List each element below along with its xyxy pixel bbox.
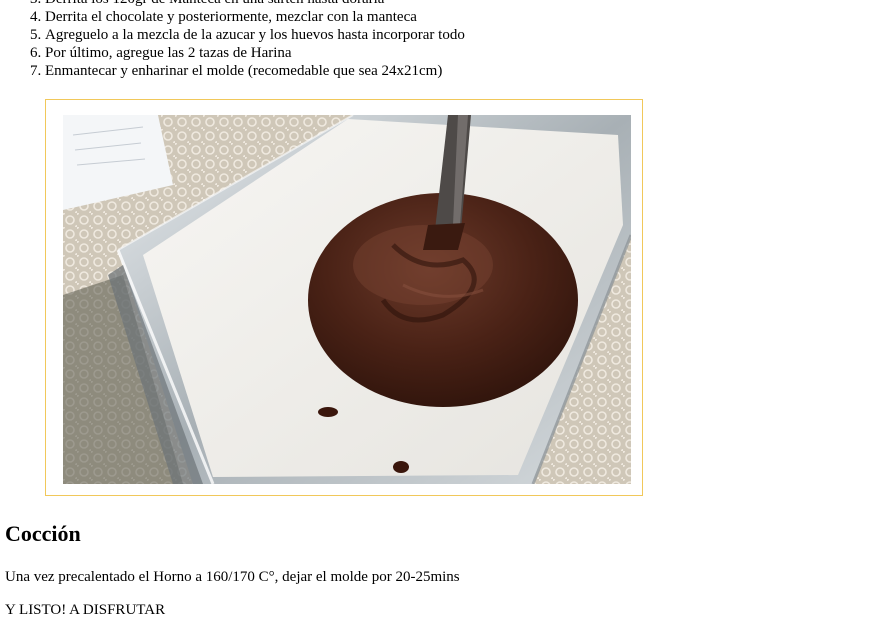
step-item: Por último, agregue las 2 tazas de Harin… [45,44,465,62]
coccion-instruction: Una vez precalentado el Horno a 160/170 … [5,569,460,585]
step-item: Derrita el chocolate y posteriormente, m… [45,8,465,26]
step-item: Agreguelo a la mezcla de la azucar y los… [45,26,465,44]
recipe-page: Derrita los 120gr de Manteca en una sart… [0,0,893,627]
step-item: Enmantecar y enharinar el molde (recomed… [45,62,465,80]
brownie-batter-illustration [63,115,631,484]
brownie-batter-photo [63,115,631,484]
closing-text: Y LISTO! A DISFRUTAR [5,602,166,618]
recipe-photo-frame [45,99,643,496]
recipe-steps-list: Derrita los 120gr de Manteca en una sart… [5,0,465,80]
coccion-heading: Cocción [5,521,81,546]
step-item: Derrita los 120gr de Manteca en una sart… [45,0,465,8]
